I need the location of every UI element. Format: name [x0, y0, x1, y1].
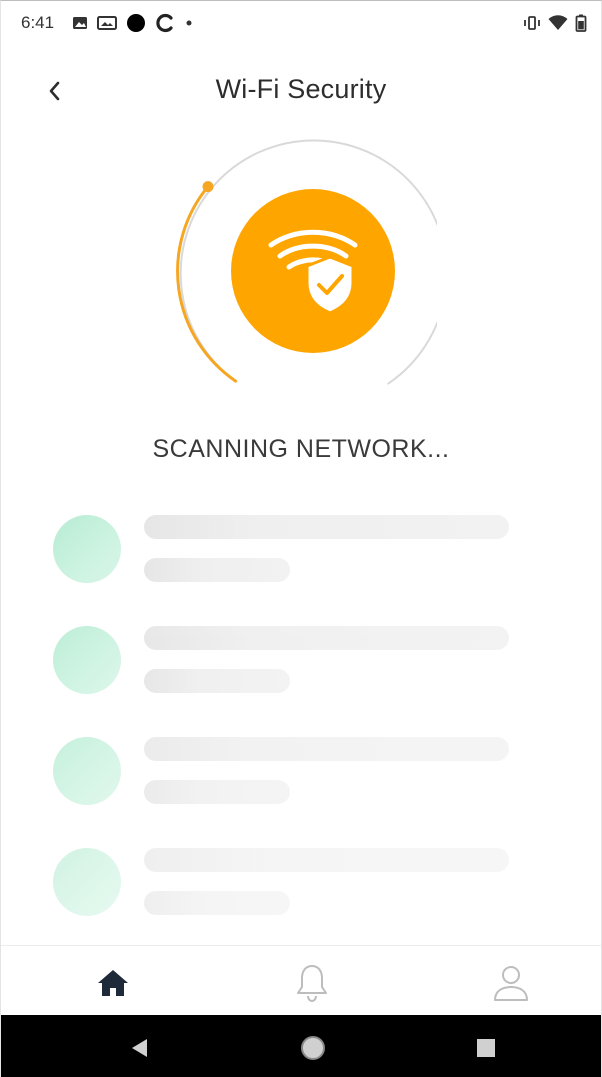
status-time: 6:41	[21, 13, 55, 32]
scan-status-text: SCANNING NETWORK...	[152, 435, 450, 463]
home-icon	[98, 970, 128, 996]
nav-profile[interactable]	[481, 960, 541, 1006]
skeleton-line	[144, 558, 290, 582]
recents-square-icon	[477, 1039, 495, 1057]
nav-notifications[interactable]	[282, 960, 342, 1006]
home-circle-icon	[301, 1036, 325, 1060]
nav-home[interactable]	[83, 960, 143, 1006]
status-bar: 6:41	[1, 1, 601, 45]
system-home-button[interactable]	[298, 1033, 328, 1063]
skeleton-line	[144, 669, 290, 693]
skeleton-line	[144, 780, 290, 804]
app-header: Wi-Fi Security	[1, 59, 601, 123]
skeleton-line	[144, 626, 509, 650]
user-icon	[494, 966, 528, 1001]
gallery-icon	[97, 16, 118, 30]
notification-icons	[72, 13, 194, 33]
bell-icon	[297, 965, 327, 1003]
skeleton-line	[144, 515, 509, 539]
skeleton-line	[144, 891, 290, 915]
system-back-button[interactable]	[125, 1033, 155, 1063]
vibrate-icon	[524, 16, 540, 30]
app-screen: 6:41 Wi-Fi Security SCANNING NETWORK...	[0, 0, 602, 1077]
scan-progress-graphic	[167, 131, 448, 401]
c-icon	[156, 13, 173, 33]
scan-progress-dot	[202, 181, 214, 193]
circle-icon	[127, 14, 146, 32]
page-title: Wi-Fi Security	[215, 74, 387, 104]
list-item	[1, 616, 601, 696]
skeleton-line	[144, 848, 509, 872]
list-item	[1, 505, 601, 585]
skeleton-avatar	[53, 626, 121, 694]
list-item	[1, 838, 601, 918]
scan-progress-arc	[176, 185, 238, 383]
system-nav-bar	[1, 1015, 601, 1077]
system-status-icons	[523, 14, 587, 32]
skeleton-avatar	[53, 737, 121, 805]
skeleton-line	[144, 737, 509, 761]
wifi-icon	[548, 15, 568, 30]
list-item	[1, 727, 601, 807]
image-icon	[73, 17, 88, 29]
bottom-nav	[1, 945, 601, 1016]
battery-icon	[575, 14, 587, 32]
skeleton-avatar	[53, 515, 121, 583]
back-triangle-icon	[132, 1039, 147, 1057]
skeleton-avatar	[53, 848, 121, 916]
system-recents-button[interactable]	[471, 1033, 501, 1063]
dot-icon	[186, 20, 192, 26]
